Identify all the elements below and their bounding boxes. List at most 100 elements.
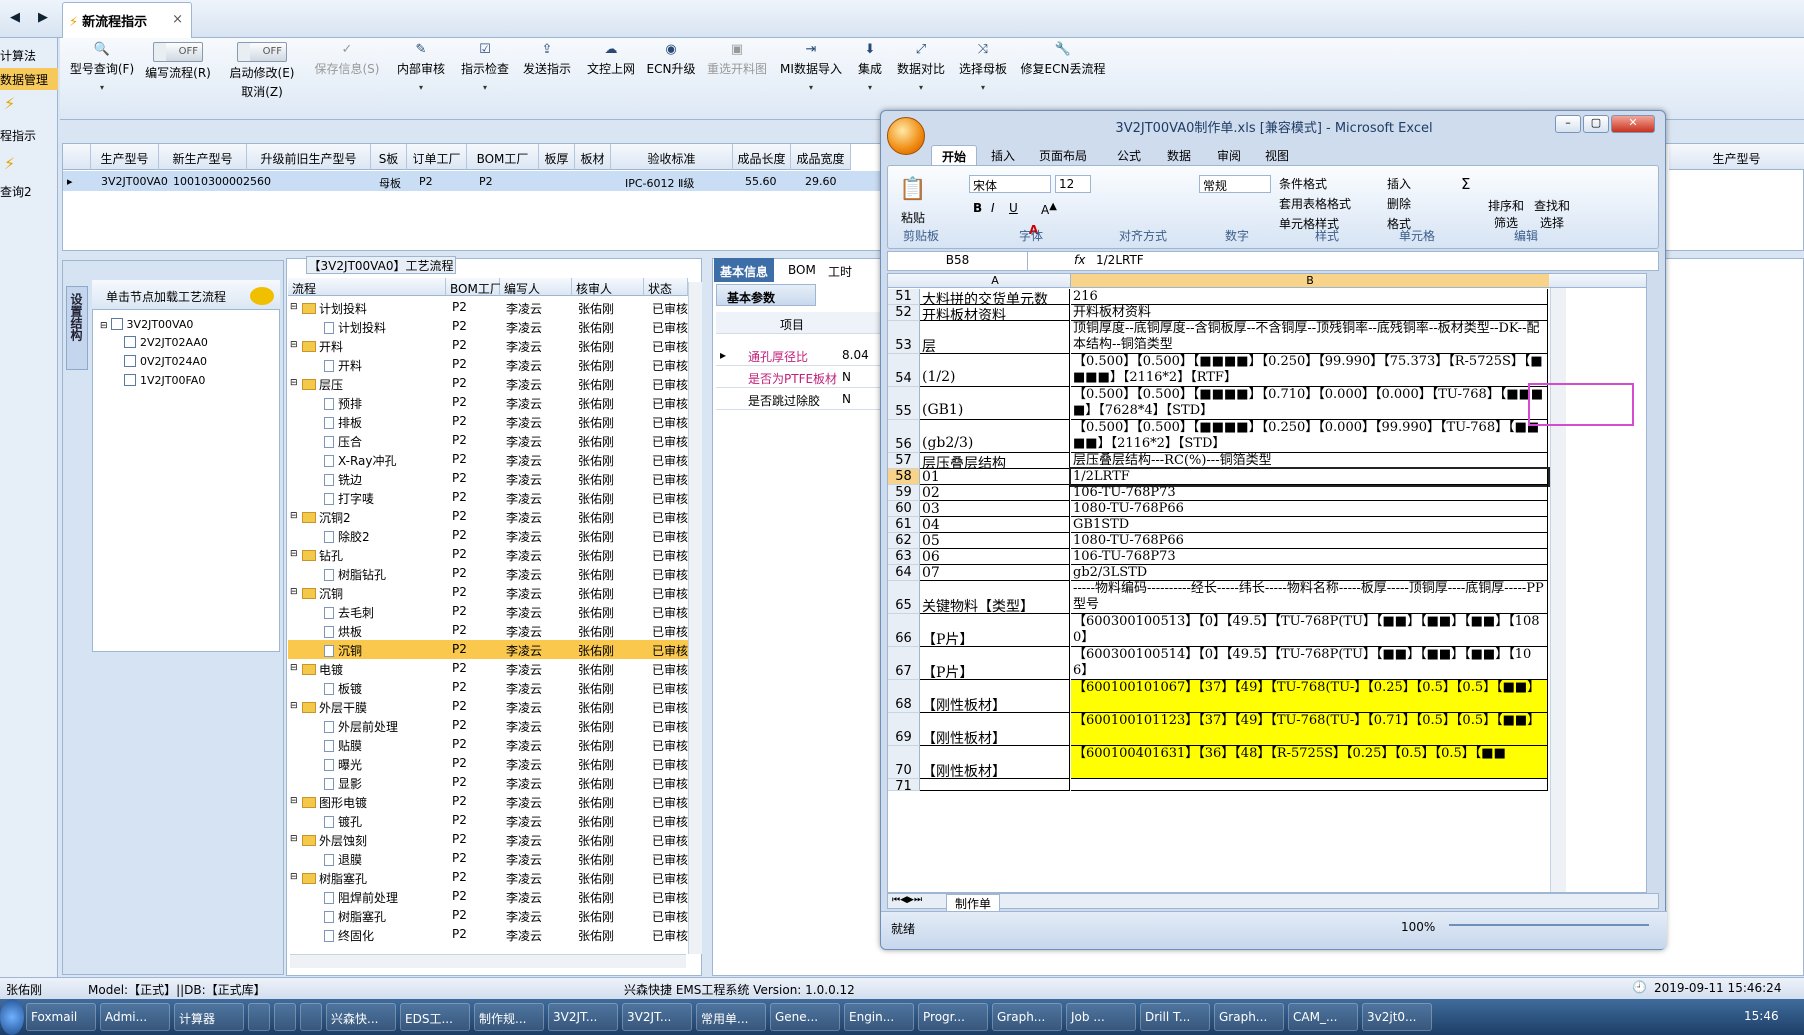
bold-icon[interactable]: B xyxy=(973,201,982,215)
row-number[interactable]: 67 xyxy=(888,647,920,680)
row-number[interactable]: 68 xyxy=(888,680,920,713)
taskbar-item[interactable]: 计算器 xyxy=(174,1003,244,1031)
row-number[interactable]: 66 xyxy=(888,614,920,647)
row-number[interactable]: 69 xyxy=(888,713,920,746)
cell-a[interactable]: 03 xyxy=(920,501,1070,517)
cell-a[interactable]: 【刚性板材】 xyxy=(920,680,1070,713)
select-mother-board-button[interactable]: ⤨ 选择母板 ▾ xyxy=(956,40,1010,114)
table-format-button[interactable]: 套用表格格式 xyxy=(1279,195,1351,212)
taskbar-item[interactable] xyxy=(300,1003,322,1031)
ribbon-tab-layout[interactable]: 页面布局 xyxy=(1029,145,1097,165)
expand-icon[interactable]: ⊟ xyxy=(290,872,298,882)
cell-b[interactable]: 【600100401631】【36】【48】【R-5725S】【0.25】【0.… xyxy=(1071,746,1548,779)
taskbar-item[interactable]: Graph... xyxy=(1214,1003,1284,1031)
row-number[interactable]: 70 xyxy=(888,746,920,779)
cell-a[interactable]: 06 xyxy=(920,549,1070,565)
col-header[interactable]: 成品宽度 xyxy=(791,144,851,170)
table-row[interactable]: ⊟ 沉铜 P2 李凌云 张佑刚 已审核 xyxy=(288,583,688,602)
tab-basic-info[interactable]: 基本信息 xyxy=(714,258,775,282)
table-row[interactable]: 除胶2 P2 李凌云 张佑刚 已审核 xyxy=(288,526,688,545)
name-box[interactable]: B58 xyxy=(888,252,1028,270)
cell[interactable]: P2 xyxy=(479,171,493,191)
table-row[interactable]: 树脂钻孔 P2 李凌云 张佑刚 已审核 xyxy=(288,564,688,583)
close-tab-icon[interactable]: × xyxy=(172,12,183,27)
table-row[interactable]: ⊟ 外层蚀刻 P2 李凌云 张佑刚 已审核 xyxy=(288,830,688,849)
col-header[interactable]: 成品长度 xyxy=(733,144,791,170)
find-select-button[interactable]: 查找和选择 xyxy=(1531,197,1573,231)
taskbar-item[interactable]: Engin... xyxy=(844,1003,914,1031)
number-format-select[interactable]: 常规 xyxy=(1199,175,1271,193)
cell-a[interactable]: 关键物料【类型】 xyxy=(920,581,1070,614)
cell-a[interactable]: 07 xyxy=(920,565,1070,581)
instruction-check-button[interactable]: ☑ 指示检查 ▾ xyxy=(458,40,512,114)
tab-structure[interactable]: 设置结构 xyxy=(66,286,88,370)
cell-a[interactable]: (gb2/3) xyxy=(920,420,1070,453)
col-header[interactable]: 板材 xyxy=(575,144,611,170)
col-header[interactable]: 流程 xyxy=(288,278,446,296)
taskbar-item[interactable]: Graph... xyxy=(992,1003,1062,1031)
expand-icon[interactable]: ⊟ xyxy=(290,378,298,388)
process-hscrollbar[interactable] xyxy=(290,954,686,968)
send-instruction-button[interactable]: ⇪ 发送指示 xyxy=(520,40,574,114)
expand-icon[interactable]: ⊟ xyxy=(290,663,298,673)
col-header[interactable]: 生产型号 xyxy=(91,144,159,170)
cell-a[interactable]: 【P片】 xyxy=(920,614,1070,647)
cell-b[interactable]: 1080-TU-768P66 xyxy=(1071,501,1548,517)
row-number[interactable]: 62 xyxy=(888,533,920,549)
table-row[interactable]: 预排 P2 李凌云 张佑刚 已审核 xyxy=(288,393,688,412)
cell-b[interactable]: -----物料编码----------经长-----纬长-----物料名称---… xyxy=(1071,581,1548,614)
cell-b[interactable]: 106-TU-768P73 xyxy=(1071,549,1548,565)
grow-font-icon[interactable]: A▲ xyxy=(1041,201,1057,217)
cell-b[interactable]: 1080-TU-768P66 xyxy=(1071,533,1548,549)
col-header[interactable]: BOM工厂 xyxy=(446,278,502,296)
table-row[interactable]: ⊟ 层压 P2 李凌云 张佑刚 已审核 xyxy=(288,374,688,393)
cancel-label[interactable]: 取消(Z) xyxy=(224,83,300,100)
col-header[interactable]: 核审人 xyxy=(572,278,644,296)
mi-data-import-button[interactable]: ⇥ MI数据导入 ▾ xyxy=(778,40,844,114)
table-row[interactable]: 打字唛 P2 李凌云 张佑刚 已审核 xyxy=(288,488,688,507)
taskbar-item[interactable]: EDS工... xyxy=(400,1003,470,1031)
cell-a[interactable]: (GB1) xyxy=(920,387,1070,420)
taskbar-item[interactable]: Foxmail xyxy=(26,1003,96,1031)
tab-new-process[interactable]: ⚡ 新流程指示 × xyxy=(62,2,192,38)
cell-a[interactable]: 开料板材资料 xyxy=(920,305,1070,321)
table-row[interactable]: 排板 P2 李凌云 张佑刚 已审核 xyxy=(288,412,688,431)
reselect-cut-image-button[interactable]: ▣ 重选开料图 xyxy=(704,40,770,114)
table-row[interactable]: 镀孔 P2 李凌云 张佑刚 已审核 xyxy=(288,811,688,830)
row-number[interactable]: 64 xyxy=(888,565,920,581)
taskbar-item[interactable]: 3V2JT... xyxy=(622,1003,692,1031)
sum-icon[interactable]: Σ xyxy=(1461,175,1470,193)
expand-icon[interactable]: ⊟ xyxy=(290,340,298,350)
ribbon-tab-home[interactable]: 开始 xyxy=(931,145,978,165)
row-number[interactable]: 59 xyxy=(888,485,920,501)
paste-button[interactable]: 粘贴 xyxy=(901,209,925,226)
nav-item-calc[interactable]: 计算法 xyxy=(0,44,58,66)
expand-icon[interactable]: ⊟ xyxy=(290,587,298,597)
row-number[interactable]: 55 xyxy=(888,387,920,420)
taskbar-item[interactable]: Progr... xyxy=(918,1003,988,1031)
comment-bubble-icon[interactable] xyxy=(250,287,274,305)
taskbar-item[interactable]: Admi... xyxy=(100,1003,170,1031)
table-row[interactable]: ⊟ 图形电镀 P2 李凌云 张佑刚 已审核 xyxy=(288,792,688,811)
start-edit-toggle[interactable]: OFF 启动修改(E) 取消(Z) xyxy=(224,40,300,114)
table-row[interactable]: 板镀 P2 李凌云 张佑刚 已审核 xyxy=(288,678,688,697)
table-row[interactable]: 阻焊前处理 P2 李凌云 张佑刚 已审核 xyxy=(288,887,688,906)
tab-bom[interactable]: BOM xyxy=(782,258,822,282)
ribbon-tab-data[interactable]: 数据 xyxy=(1157,145,1201,165)
cell-b[interactable]: 【0.500】【0.500】【■■■■】【0.250】【99.990】【75.3… xyxy=(1071,354,1548,387)
taskbar-item[interactable]: 3V2JT... xyxy=(548,1003,618,1031)
table-row[interactable]: 终固化 P2 李凌云 张佑刚 已审核 xyxy=(288,925,688,944)
cell-a[interactable]: 层压叠层结构 xyxy=(920,453,1070,469)
row-number[interactable]: 57 xyxy=(888,453,920,469)
cell-b[interactable]: 【600300100514】【0】【49.5】【TU-768P(TU】【■■】【… xyxy=(1071,647,1548,680)
table-row[interactable]: 铣边 P2 李凌云 张佑刚 已审核 xyxy=(288,469,688,488)
cell-a[interactable]: 01 xyxy=(920,469,1070,485)
expand-icon[interactable]: ⊟ xyxy=(290,796,298,806)
info-row[interactable]: 是否跳过除胶 N xyxy=(716,388,886,410)
sheet-nav-icon[interactable]: ⏮◀▶⏭ xyxy=(892,895,922,905)
taskbar-item[interactable] xyxy=(248,1003,270,1031)
repair-ecn-button[interactable]: 🔧 修复ECN丢流程 xyxy=(1020,40,1106,114)
taskbar-item[interactable]: 常用单... xyxy=(696,1003,766,1031)
maximize-icon[interactable]: ▢ xyxy=(1583,115,1609,133)
cell-a[interactable]: 【P片】 xyxy=(920,647,1070,680)
